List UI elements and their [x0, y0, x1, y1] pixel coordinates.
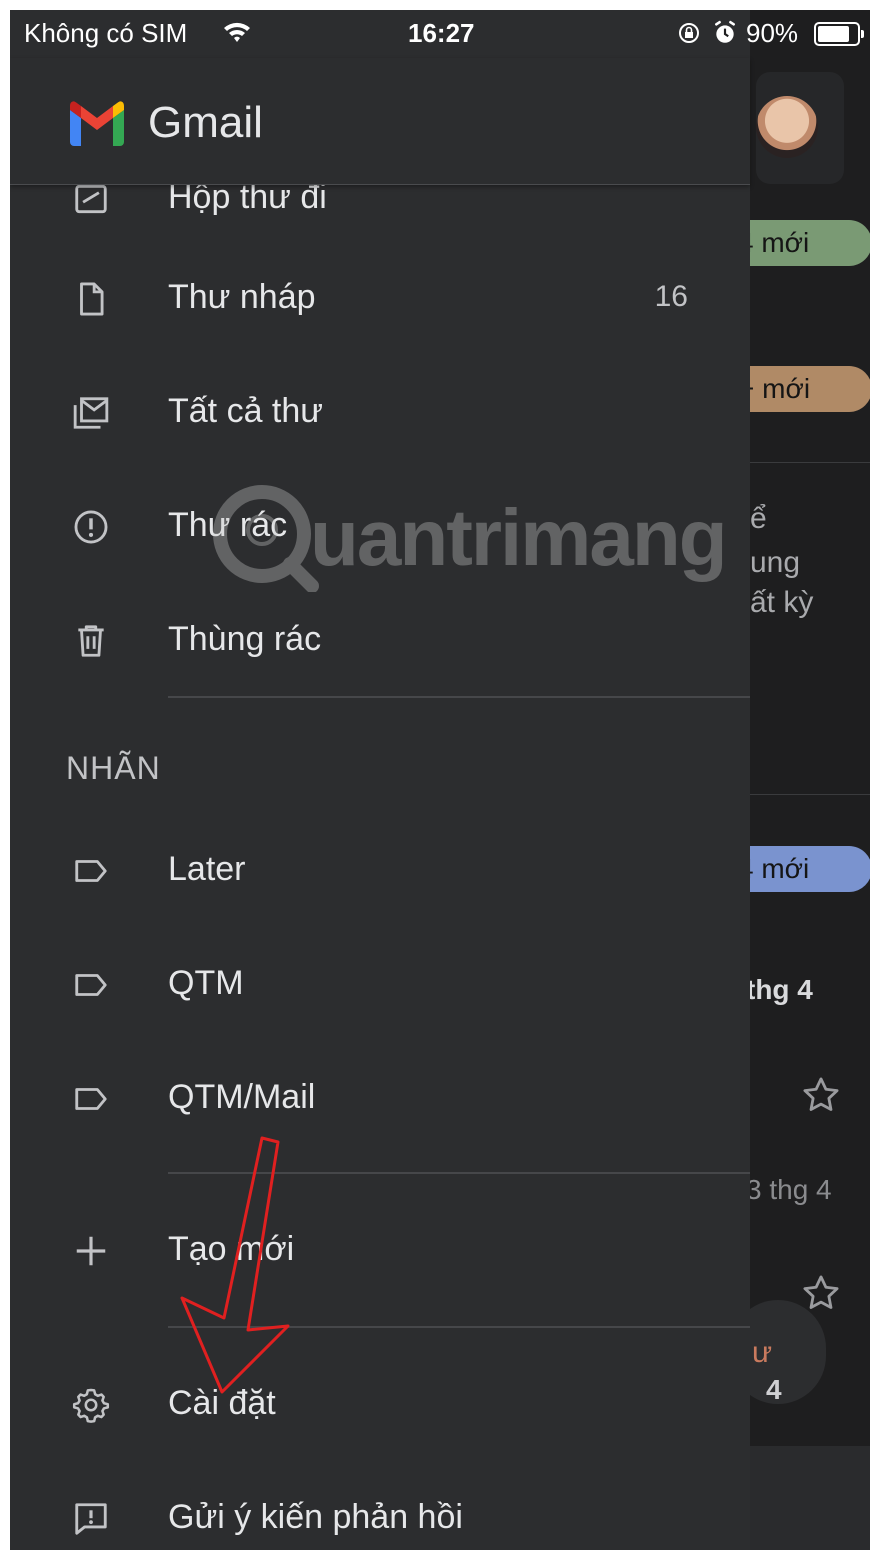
- compose-fab-label: ư: [752, 1336, 773, 1369]
- menu-item-label: Thùng rác: [168, 620, 322, 658]
- label-icon: [75, 974, 107, 996]
- menu-item-trash[interactable]: Thùng rác: [10, 590, 750, 690]
- star-icon[interactable]: [800, 1272, 842, 1314]
- label-item-label: QTM: [168, 964, 244, 1002]
- mail-snippet: ung: [750, 546, 801, 579]
- menu-item-label: Thư nháp: [168, 278, 316, 316]
- label-item-qtm-mail[interactable]: QTM/Mail: [10, 1048, 750, 1148]
- label-item-qtm[interactable]: QTM: [10, 934, 750, 1034]
- status-bar: Không có SIM 16:27 90%: [10, 10, 870, 58]
- drawer-header: Gmail: [10, 58, 750, 185]
- label-item-label: Later: [168, 850, 246, 888]
- gear-icon: [72, 1388, 110, 1423]
- bottom-bar: [750, 1446, 870, 1550]
- create-new-label-button[interactable]: Tạo mới: [10, 1200, 750, 1300]
- menu-item-feedback[interactable]: Gửi ý kiến phản hồi: [10, 1468, 750, 1550]
- account-avatar[interactable]: [756, 96, 818, 158]
- menu-item-all-mail[interactable]: Tất cả thư: [10, 362, 750, 462]
- star-icon[interactable]: [800, 1074, 842, 1116]
- rotation-lock-icon: [679, 23, 699, 43]
- navigation-drawer: Hộp thư đi Thư nháp 16 Tất cả thư Thư rá…: [10, 10, 750, 1550]
- outbox-icon: [75, 184, 107, 214]
- plus-icon: [76, 1236, 106, 1266]
- list-divider: [750, 794, 870, 795]
- battery-icon: [814, 22, 864, 46]
- menu-item-label: Gửi ý kiến phản hồi: [168, 1498, 463, 1536]
- label-icon: [75, 860, 107, 882]
- alarm-icon: [715, 20, 735, 43]
- battery-percent: 90%: [746, 18, 799, 48]
- labels-section-header: NHÃN: [66, 750, 161, 786]
- list-divider: [750, 462, 870, 463]
- mail-snippet: ất kỳ: [750, 586, 814, 619]
- phone-screen: 4 mới + mới ể ung ất kỳ 4 mới thg 4 3 th…: [10, 10, 870, 1550]
- battery-cap: [861, 30, 864, 38]
- app-title: Gmail: [148, 98, 263, 147]
- watermark-logo-icon: [213, 485, 319, 592]
- all-mail-icon: [73, 397, 109, 429]
- gmail-logo-icon: [70, 101, 124, 146]
- label-item-later[interactable]: Later: [10, 820, 750, 920]
- carrier-label: Không có SIM: [24, 18, 188, 48]
- menu-item-settings[interactable]: Cài đặt: [10, 1354, 750, 1454]
- mail-snippet: ể: [750, 502, 767, 535]
- mail-date: 4: [766, 1374, 782, 1405]
- watermark-text: uantrimang: [310, 493, 728, 582]
- mail-date: 3 thg 4: [746, 1174, 832, 1205]
- trash-icon: [78, 625, 104, 657]
- label-item-label: QTM/Mail: [168, 1078, 316, 1116]
- feedback-icon: [75, 1503, 107, 1535]
- battery-fill: [818, 26, 849, 42]
- unread-count: 16: [654, 280, 688, 313]
- annotation-arrow: [180, 1136, 290, 1394]
- label-icon: [75, 1088, 107, 1110]
- draft-icon: [80, 282, 104, 316]
- wifi-icon: [224, 22, 250, 42]
- menu-divider: [168, 696, 750, 698]
- mail-date: thg 4: [746, 974, 813, 1005]
- menu-item-label: Tất cả thư: [168, 392, 324, 430]
- watermark: uantrimang: [210, 472, 730, 602]
- menu-item-drafts[interactable]: Thư nháp 16: [10, 248, 750, 348]
- clock: 16:27: [408, 18, 475, 48]
- spam-icon: [74, 510, 108, 544]
